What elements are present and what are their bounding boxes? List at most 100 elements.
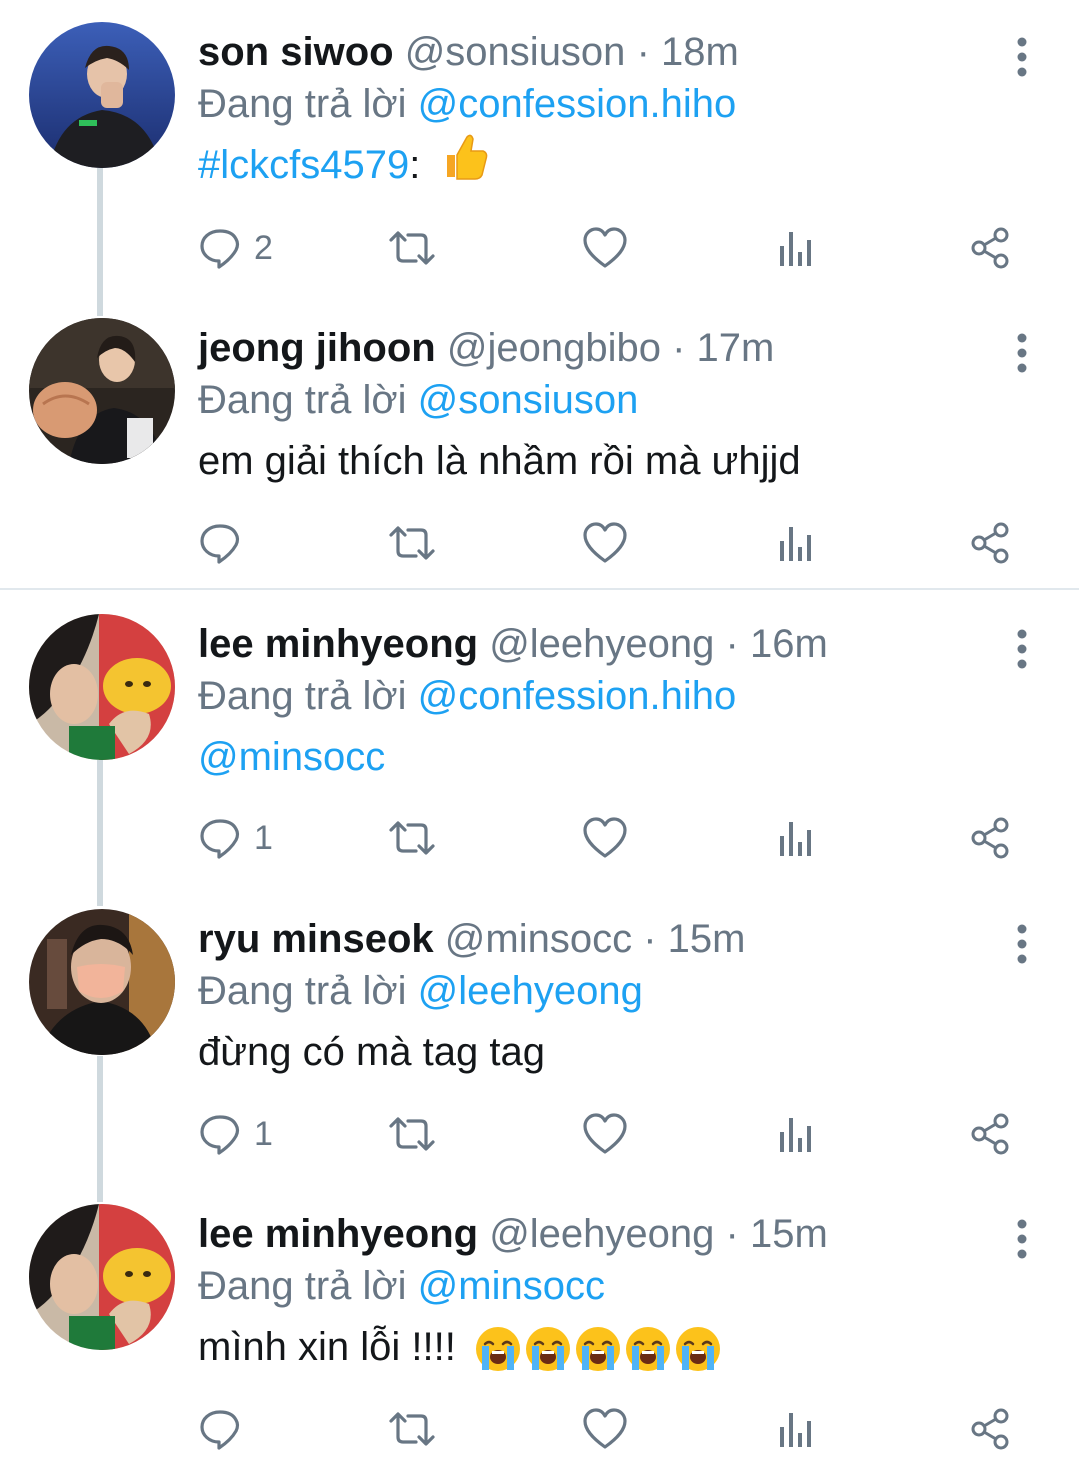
replying-to-handle[interactable]: @sonsiuson (418, 378, 639, 422)
reply-icon (200, 1410, 240, 1450)
replying-to: Đang trả lời @sonsiuson (198, 370, 638, 430)
share-icon (971, 1408, 1009, 1450)
retweet-button[interactable] (386, 1399, 438, 1459)
analytics-icon (780, 1118, 811, 1152)
analytics-button[interactable] (776, 513, 816, 573)
analytics-button[interactable] (776, 808, 816, 868)
more-options-button[interactable] (1002, 624, 1042, 674)
replying-to-handle[interactable]: @confession.hiho (418, 82, 737, 126)
retweet-button[interactable] (386, 513, 438, 573)
display-name[interactable]: lee minhyeong (198, 1212, 478, 1256)
replying-to: Đang trả lời @leehyeong (198, 961, 643, 1021)
share-button[interactable] (968, 513, 1012, 573)
heart-icon (583, 522, 627, 563)
replying-to-label: Đang trả lời (198, 82, 407, 126)
analytics-icon (780, 1413, 811, 1447)
mention-link[interactable]: @minsocc (198, 735, 385, 779)
tweet-header: son siwoo @sonsiuson · 18m (198, 22, 739, 82)
share-icon (971, 817, 1009, 859)
display-name[interactable]: lee minhyeong (198, 622, 478, 666)
more-options-button[interactable] (1002, 32, 1042, 82)
reply-button[interactable] (198, 1399, 254, 1459)
timestamp[interactable]: · 15m (726, 1212, 828, 1256)
reply-button[interactable]: 1 (198, 808, 273, 868)
retweet-button[interactable] (386, 218, 438, 278)
handle[interactable]: @minsocc (445, 917, 632, 961)
conversation-divider (0, 588, 1079, 590)
tweet-actions: 2 (198, 218, 1028, 278)
avatar[interactable] (29, 22, 175, 168)
tweet[interactable]: ryu minseok @minsocc · 15m Đang trả lời … (0, 909, 1079, 1179)
avatar[interactable] (29, 1204, 175, 1350)
handle[interactable]: @jeongbibo (447, 326, 661, 370)
replying-to-handle[interactable]: @minsocc (418, 1264, 605, 1308)
share-icon (971, 227, 1009, 269)
share-button[interactable] (968, 1399, 1012, 1459)
analytics-button[interactable] (776, 1399, 816, 1459)
tweet[interactable]: lee minhyeong @leehyeong · 16m Đang trả … (0, 614, 1079, 884)
reply-button[interactable]: 1 (198, 1104, 273, 1164)
retweet-icon (389, 231, 435, 265)
avatar[interactable] (29, 318, 175, 464)
heart-icon (583, 1408, 627, 1449)
replying-to-handle[interactable]: @confession.hiho (418, 674, 737, 718)
like-button[interactable] (582, 1104, 628, 1164)
tweet-text: @minsocc (198, 722, 385, 792)
tweet-actions: 1 (198, 808, 1028, 868)
analytics-icon (780, 822, 811, 856)
like-button[interactable] (582, 1399, 628, 1459)
display-name[interactable]: son siwoo (198, 30, 394, 74)
tweet-text-content: : (409, 143, 421, 187)
share-button[interactable] (968, 1104, 1012, 1164)
hashtag-link[interactable]: #lckcfs4579 (198, 143, 409, 187)
like-button[interactable] (582, 513, 628, 573)
handle[interactable]: @leehyeong (489, 622, 714, 666)
tweet-actions: 1 (198, 1104, 1028, 1164)
tweet-text: #lckcfs4579: (198, 130, 489, 200)
display-name[interactable]: jeong jihoon (198, 326, 436, 370)
like-button[interactable] (582, 218, 628, 278)
tweet-header: lee minhyeong @leehyeong · 15m (198, 1204, 828, 1264)
handle[interactable]: @sonsiuson (405, 30, 626, 74)
retweet-icon (389, 526, 435, 560)
retweet-icon (389, 1117, 435, 1151)
timestamp[interactable]: · 17m (672, 326, 774, 370)
more-vertical-icon (1017, 333, 1027, 373)
reply-icon (200, 819, 240, 859)
tweet-actions (198, 1399, 1028, 1459)
avatar[interactable] (29, 909, 175, 1055)
share-button[interactable] (968, 808, 1012, 868)
analytics-button[interactable] (776, 218, 816, 278)
retweet-button[interactable] (386, 1104, 438, 1164)
display-name[interactable]: ryu minseok (198, 917, 434, 961)
like-button[interactable] (582, 808, 628, 868)
replying-to-handle[interactable]: @leehyeong (418, 969, 643, 1013)
tweet-header: ryu minseok @minsocc · 15m (198, 909, 745, 969)
more-options-button[interactable] (1002, 1214, 1042, 1264)
heart-icon (583, 227, 627, 268)
tweet-text-content: mình xin lỗi !!!! (198, 1325, 456, 1369)
replying-to-label: Đang trả lời (198, 1264, 407, 1308)
tweet[interactable]: lee minhyeong @leehyeong · 15m Đang trả … (0, 1204, 1079, 1467)
loudly-crying-face-emoji (676, 1327, 720, 1372)
more-options-button[interactable] (1002, 919, 1042, 969)
analytics-button[interactable] (776, 1104, 816, 1164)
tweet[interactable]: son siwoo @sonsiuson · 18m Đang trả lời … (0, 22, 1079, 292)
more-options-button[interactable] (1002, 328, 1042, 378)
share-icon (971, 1113, 1009, 1155)
share-button[interactable] (968, 218, 1012, 278)
timestamp[interactable]: · 16m (726, 622, 828, 666)
replying-to: Đang trả lời @confession.hiho (198, 74, 736, 134)
timestamp[interactable]: · 15m (643, 917, 745, 961)
avatar[interactable] (29, 614, 175, 760)
tweet-actions (198, 513, 1028, 573)
reply-button[interactable] (198, 513, 254, 573)
timestamp[interactable]: · 18m (637, 30, 739, 74)
tweet[interactable]: jeong jihoon @jeongbibo · 17m Đang trả l… (0, 318, 1079, 578)
retweet-button[interactable] (386, 808, 438, 868)
reply-count: 1 (254, 819, 273, 857)
handle[interactable]: @leehyeong (489, 1212, 714, 1256)
reply-button[interactable]: 2 (198, 218, 273, 278)
analytics-icon (780, 527, 811, 561)
loudly-crying-face-emoji (576, 1327, 620, 1372)
